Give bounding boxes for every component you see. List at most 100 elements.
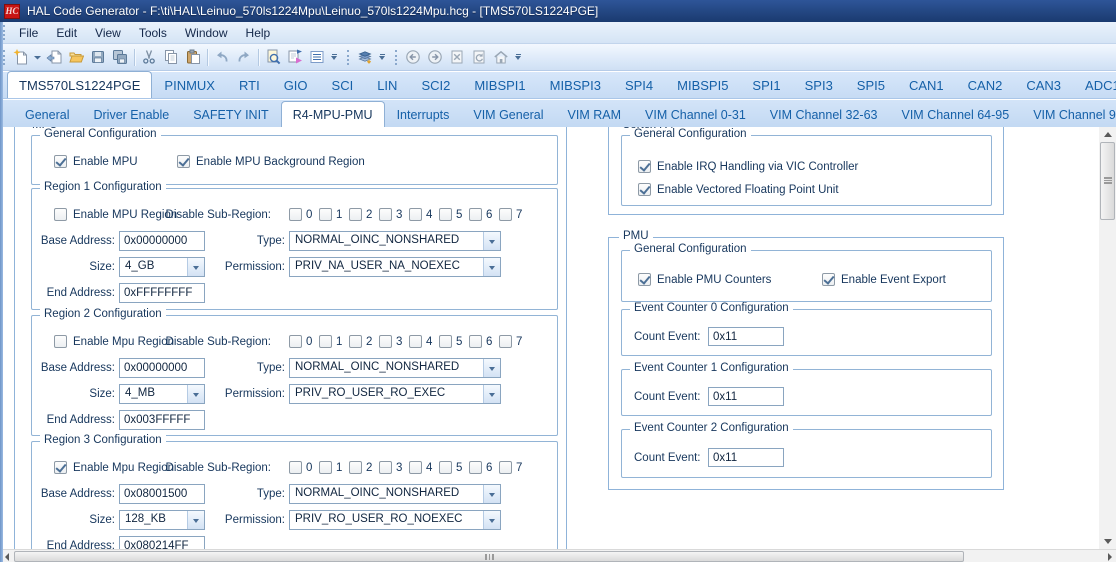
subregion-5-checkbox[interactable] — [439, 335, 452, 348]
scroll-right-icon[interactable] — [1103, 550, 1116, 562]
cut-button[interactable] — [138, 46, 160, 68]
subregion-7-checkbox[interactable] — [499, 208, 512, 221]
new-dropdown-button[interactable] — [32, 46, 43, 68]
enable-mpu-background-region-checkbox[interactable] — [177, 155, 190, 168]
chevron-down-icon[interactable] — [483, 232, 500, 250]
enable-pmu-counters-checkbox[interactable] — [638, 273, 651, 286]
toolbar-grip[interactable] — [395, 49, 398, 65]
device-tab-rti[interactable]: RTI — [227, 72, 272, 98]
counter1-count-event-input[interactable]: 0x11 — [708, 387, 784, 406]
device-tab-sci[interactable]: SCI — [320, 72, 366, 98]
subregion-3-checkbox[interactable] — [379, 208, 392, 221]
module-tab-general[interactable]: General — [13, 102, 81, 127]
enable-mpu-checkbox[interactable] — [54, 155, 67, 168]
region3-type-select[interactable]: NORMAL_OINC_NONSHARED — [289, 484, 501, 504]
enable-event-export-checkbox[interactable] — [822, 273, 835, 286]
device-tab-can1[interactable]: CAN1 — [897, 72, 956, 98]
region3-base-address-input[interactable]: 0x08001500 — [119, 484, 205, 504]
subregion-1-checkbox[interactable] — [319, 208, 332, 221]
menu-help[interactable]: Help — [237, 23, 280, 43]
preview-button[interactable] — [262, 46, 284, 68]
scroll-down-icon[interactable] — [1099, 534, 1116, 549]
menu-file[interactable]: File — [10, 23, 47, 43]
subregion-0-checkbox[interactable] — [289, 461, 302, 474]
module-tab-vim-channel-96-127[interactable]: VIM Channel 96-127 — [1021, 102, 1116, 127]
counter2-count-event-input[interactable]: 0x11 — [708, 448, 784, 467]
device-tab-spi1[interactable]: SPI1 — [740, 72, 792, 98]
subregion-4-checkbox[interactable] — [409, 461, 422, 474]
device-tab-sci2[interactable]: SCI2 — [409, 72, 462, 98]
counter0-count-event-input[interactable]: 0x11 — [708, 327, 784, 346]
module-tab-vim-channel-64-95[interactable]: VIM Channel 64-95 — [890, 102, 1022, 127]
module-tab-safety-init[interactable]: SAFETY INIT — [181, 102, 280, 127]
region3-permission-select[interactable]: PRIV_RO_USER_RO_NOEXEC — [289, 510, 501, 530]
device-tab-gio[interactable]: GIO — [272, 72, 320, 98]
toolbar-grip[interactable] — [3, 49, 6, 65]
menu-edit[interactable]: Edit — [47, 23, 86, 43]
module-tab-r4-mpu-pmu[interactable]: R4-MPU-PMU — [280, 101, 385, 127]
region2-enable-checkbox[interactable] — [54, 335, 67, 348]
subregion-6-checkbox[interactable] — [469, 335, 482, 348]
report-button[interactable] — [306, 46, 328, 68]
vertical-scroll-thumb[interactable] — [1100, 142, 1115, 220]
region2-end-address-input[interactable]: 0x003FFFFF — [119, 410, 205, 430]
subregion-7-checkbox[interactable] — [499, 461, 512, 474]
device-tab-spi3[interactable]: SPI3 — [793, 72, 845, 98]
subregion-6-checkbox[interactable] — [469, 208, 482, 221]
chevron-down-icon[interactable] — [483, 511, 500, 529]
vertical-scrollbar[interactable] — [1099, 127, 1116, 549]
region1-base-address-input[interactable]: 0x00000000 — [119, 231, 205, 251]
chevron-down-icon[interactable] — [483, 385, 500, 403]
region2-base-address-input[interactable]: 0x00000000 — [119, 358, 205, 378]
save-button[interactable] — [87, 46, 109, 68]
subregion-3-checkbox[interactable] — [379, 461, 392, 474]
region1-end-address-input[interactable]: 0xFFFFFFFF — [119, 283, 205, 303]
enable-vfp-checkbox[interactable] — [638, 183, 651, 196]
menu-view[interactable]: View — [86, 23, 130, 43]
region2-permission-select[interactable]: PRIV_RO_USER_RO_EXEC — [289, 384, 501, 404]
save-all-button[interactable] — [109, 46, 131, 68]
region1-size-select[interactable]: 4_GB — [119, 257, 205, 277]
subregion-4-checkbox[interactable] — [409, 208, 422, 221]
chevron-down-icon[interactable] — [483, 485, 500, 503]
subregion-3-checkbox[interactable] — [379, 335, 392, 348]
doc-arrow-button[interactable] — [43, 46, 65, 68]
subregion-2-checkbox[interactable] — [349, 461, 362, 474]
toolbar-overflow-icon[interactable] — [376, 46, 388, 68]
refresh-button[interactable] — [468, 46, 490, 68]
scroll-up-icon[interactable] — [1099, 127, 1116, 142]
module-tab-vim-channel-0-31[interactable]: VIM Channel 0-31 — [633, 102, 758, 127]
module-tab-driver-enable[interactable]: Driver Enable — [81, 102, 181, 127]
subregion-6-checkbox[interactable] — [469, 461, 482, 474]
device-tab-can3[interactable]: CAN3 — [1014, 72, 1073, 98]
redo-button[interactable] — [233, 46, 255, 68]
module-tab-vim-general[interactable]: VIM General — [461, 102, 555, 127]
region3-end-address-input[interactable]: 0x080214FF — [119, 536, 205, 549]
home-button[interactable] — [490, 46, 512, 68]
subregion-0-checkbox[interactable] — [289, 208, 302, 221]
region2-size-select[interactable]: 4_MB — [119, 384, 205, 404]
device-tab-spi4[interactable]: SPI4 — [613, 72, 665, 98]
device-tab-adc1[interactable]: ADC1 — [1073, 72, 1116, 98]
subregion-5-checkbox[interactable] — [439, 208, 452, 221]
device-tab-mibspi1[interactable]: MIBSPI1 — [462, 72, 537, 98]
module-tab-vim-ram[interactable]: VIM RAM — [556, 102, 633, 127]
device-tab-mibspi3[interactable]: MIBSPI3 — [538, 72, 613, 98]
subregion-1-checkbox[interactable] — [319, 461, 332, 474]
toolbar-grip[interactable] — [347, 49, 350, 65]
subregion-2-checkbox[interactable] — [349, 208, 362, 221]
enable-irq-vic-checkbox[interactable] — [638, 160, 651, 173]
generate-stack-button[interactable] — [354, 46, 376, 68]
device-tab-tms570ls1224pge[interactable]: TMS570LS1224PGE — [7, 71, 153, 98]
undo-button[interactable] — [211, 46, 233, 68]
subregion-4-checkbox[interactable] — [409, 335, 422, 348]
back-button[interactable] — [402, 46, 424, 68]
menubar-grip[interactable] — [3, 25, 6, 40]
module-tab-vim-channel-32-63[interactable]: VIM Channel 32-63 — [758, 102, 890, 127]
subregion-2-checkbox[interactable] — [349, 335, 362, 348]
open-button[interactable] — [65, 46, 87, 68]
device-tab-mibspi5[interactable]: MIBSPI5 — [665, 72, 740, 98]
menu-window[interactable]: Window — [176, 23, 237, 43]
subregion-7-checkbox[interactable] — [499, 335, 512, 348]
subregion-5-checkbox[interactable] — [439, 461, 452, 474]
